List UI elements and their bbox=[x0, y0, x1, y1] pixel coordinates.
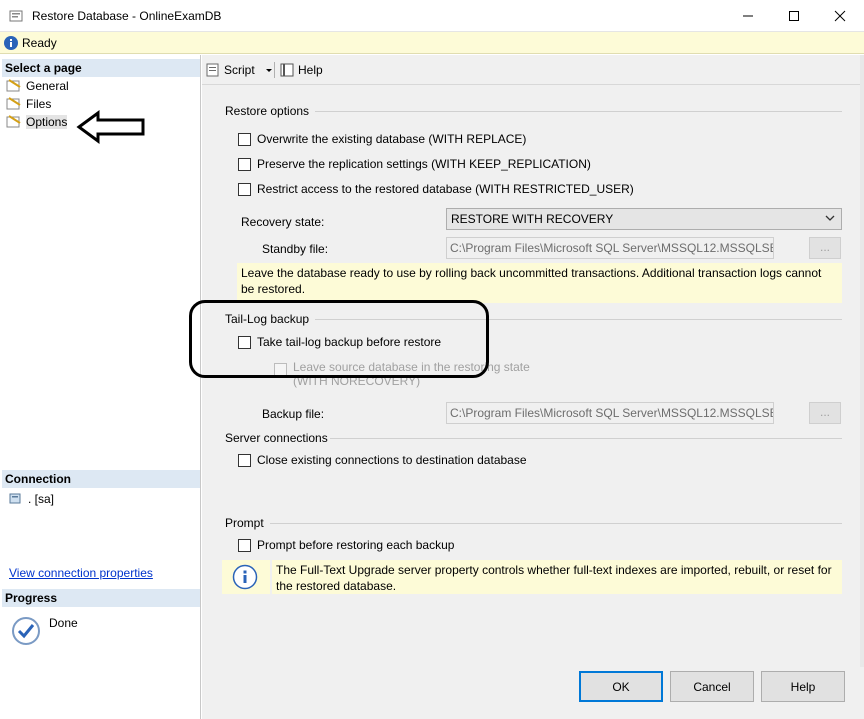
connection-value: . [sa] bbox=[28, 492, 55, 506]
connection-info: . [sa] bbox=[8, 492, 54, 506]
tail-log-divider bbox=[315, 319, 842, 320]
backup-file-browse-button[interactable]: ... bbox=[809, 402, 841, 424]
tail-log-title: Tail-Log backup bbox=[225, 312, 310, 326]
help-button[interactable]: Help bbox=[761, 671, 845, 702]
toolbar-separator bbox=[274, 62, 275, 78]
leave-source-row: Leave source database in the restoring s… bbox=[274, 360, 530, 388]
server-icon bbox=[9, 493, 21, 504]
preserve-label: Preserve the replication settings (WITH … bbox=[257, 157, 591, 171]
close-button[interactable] bbox=[817, 0, 863, 32]
page-icon bbox=[6, 96, 21, 109]
leave-source-label-line2: (WITH NORECOVERY) bbox=[293, 374, 421, 388]
close-connections-label: Close existing connections to destinatio… bbox=[257, 453, 527, 467]
take-tail-log-label: Take tail-log backup before restore bbox=[257, 335, 442, 349]
view-connection-properties-link[interactable]: View connection properties bbox=[9, 566, 153, 580]
progress-header: Progress bbox=[2, 589, 200, 607]
page-icon bbox=[6, 78, 21, 91]
page-item-general[interactable]: General bbox=[6, 77, 69, 94]
dialog-buttons: OK Cancel Help bbox=[202, 667, 864, 719]
prompt-before-row[interactable]: Prompt before restoring each backup bbox=[238, 538, 454, 552]
window-title: Restore Database - OnlineExamDB bbox=[32, 9, 222, 23]
recovery-state-value: RESTORE WITH RECOVERY bbox=[451, 212, 614, 226]
take-tail-log-row[interactable]: Take tail-log backup before restore bbox=[238, 335, 441, 349]
ok-button[interactable]: OK bbox=[579, 671, 663, 702]
close-connections-checkbox[interactable] bbox=[238, 453, 251, 467]
prompt-title: Prompt bbox=[225, 516, 264, 530]
annotation-arrow-icon bbox=[76, 110, 145, 144]
info-icon bbox=[232, 564, 258, 590]
recovery-state-label: Recovery state: bbox=[241, 215, 325, 229]
page-label-files: Files bbox=[26, 96, 52, 111]
connection-header: Connection bbox=[2, 470, 200, 488]
page-icon bbox=[6, 114, 21, 127]
close-connections-row[interactable]: Close existing connections to destinatio… bbox=[238, 453, 527, 467]
close-icon bbox=[834, 10, 846, 22]
standby-file-label: Standby file: bbox=[262, 242, 329, 256]
toolbar: Script Help bbox=[202, 55, 864, 85]
recovery-note: Leave the database ready to use by rolli… bbox=[237, 263, 842, 303]
help-label: Help bbox=[298, 63, 323, 77]
page-item-files[interactable]: Files bbox=[6, 95, 51, 112]
full-text-info-note: The Full-Text Upgrade server property co… bbox=[272, 560, 842, 594]
prompt-before-checkbox[interactable] bbox=[238, 538, 251, 552]
chevron-down-icon bbox=[825, 215, 835, 221]
leave-source-label-line1: Leave source database in the restoring s… bbox=[293, 360, 530, 374]
overwrite-checkbox-row[interactable]: Overwrite the existing database (WITH RE… bbox=[238, 132, 526, 146]
script-button[interactable]: Script bbox=[205, 61, 274, 79]
backup-file-input[interactable]: C:\Program Files\Microsoft SQL Server\MS… bbox=[446, 402, 774, 424]
standby-browse-button[interactable]: ... bbox=[809, 237, 841, 259]
prompt-before-label: Prompt before restoring each backup bbox=[257, 538, 455, 552]
leave-source-checkbox[interactable] bbox=[274, 363, 287, 376]
preserve-checkbox-row[interactable]: Preserve the replication settings (WITH … bbox=[238, 157, 591, 171]
title-bar: Restore Database - OnlineExamDB bbox=[0, 0, 864, 32]
minimize-icon bbox=[743, 15, 753, 17]
select-page-header: Select a page bbox=[2, 59, 200, 77]
script-label: Script bbox=[224, 63, 255, 77]
page-item-options[interactable]: Options bbox=[6, 113, 68, 130]
preserve-replication-checkbox[interactable] bbox=[238, 157, 251, 171]
chevron-down-icon[interactable] bbox=[264, 65, 274, 75]
status-text: Ready bbox=[22, 36, 57, 50]
help-toolbar-button[interactable]: Help bbox=[279, 61, 323, 79]
minimize-button[interactable] bbox=[725, 0, 771, 32]
maximize-icon bbox=[789, 11, 799, 21]
recovery-state-select[interactable]: RESTORE WITH RECOVERY bbox=[446, 208, 842, 230]
page-label-options: Options bbox=[26, 114, 68, 129]
standby-file-input[interactable]: C:\Program Files\Microsoft SQL Server\MS… bbox=[446, 237, 774, 259]
restore-options-title: Restore options bbox=[225, 104, 310, 118]
restore-database-icon bbox=[9, 10, 23, 22]
cancel-button[interactable]: Cancel bbox=[670, 671, 754, 702]
server-connections-divider bbox=[330, 438, 842, 439]
overwrite-checkbox[interactable] bbox=[238, 132, 251, 146]
script-icon bbox=[206, 63, 219, 77]
restrict-access-checkbox[interactable] bbox=[238, 182, 251, 196]
done-check-icon bbox=[12, 617, 40, 645]
info-icon-box bbox=[222, 560, 270, 594]
info-icon bbox=[4, 36, 18, 50]
restrict-checkbox-row[interactable]: Restrict access to the restored database… bbox=[238, 182, 634, 196]
maximize-button[interactable] bbox=[771, 0, 817, 32]
help-icon bbox=[280, 63, 294, 77]
server-connections-title: Server connections bbox=[225, 431, 328, 445]
restore-options-divider bbox=[315, 111, 842, 112]
backup-file-label: Backup file: bbox=[262, 407, 325, 421]
take-tail-log-checkbox[interactable] bbox=[238, 335, 251, 349]
overwrite-label: Overwrite the existing database (WITH RE… bbox=[257, 132, 527, 146]
page-label-general: General bbox=[26, 78, 69, 93]
progress-status: Done bbox=[49, 616, 78, 630]
vertical-scrollbar[interactable] bbox=[860, 55, 864, 667]
left-panel: Select a page General Files Options Conn… bbox=[0, 55, 201, 719]
prompt-divider bbox=[270, 523, 842, 524]
options-panel: Script Help Restore options Overwrite th… bbox=[202, 55, 864, 667]
restrict-label: Restrict access to the restored database… bbox=[257, 182, 634, 196]
status-bar: Ready bbox=[0, 32, 864, 54]
